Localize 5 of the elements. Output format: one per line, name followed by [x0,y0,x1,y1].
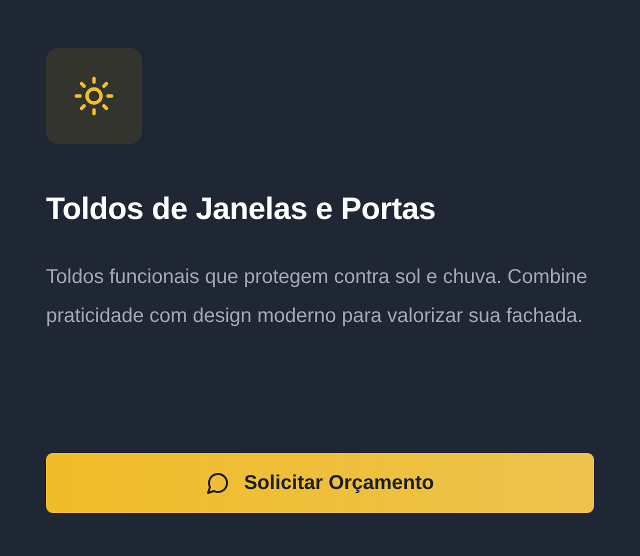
card-title: Toldos de Janelas e Portas [46,190,437,228]
quote-button[interactable]: Solicitar Orçamento [46,453,594,513]
sun-icon [73,75,115,117]
chat-bubble-icon [206,471,230,495]
card-description: Toldos funcionais que protegem contra sol e chuva. Combine praticidade com design moderno para valorizar sua fachada. [46,265,588,328]
